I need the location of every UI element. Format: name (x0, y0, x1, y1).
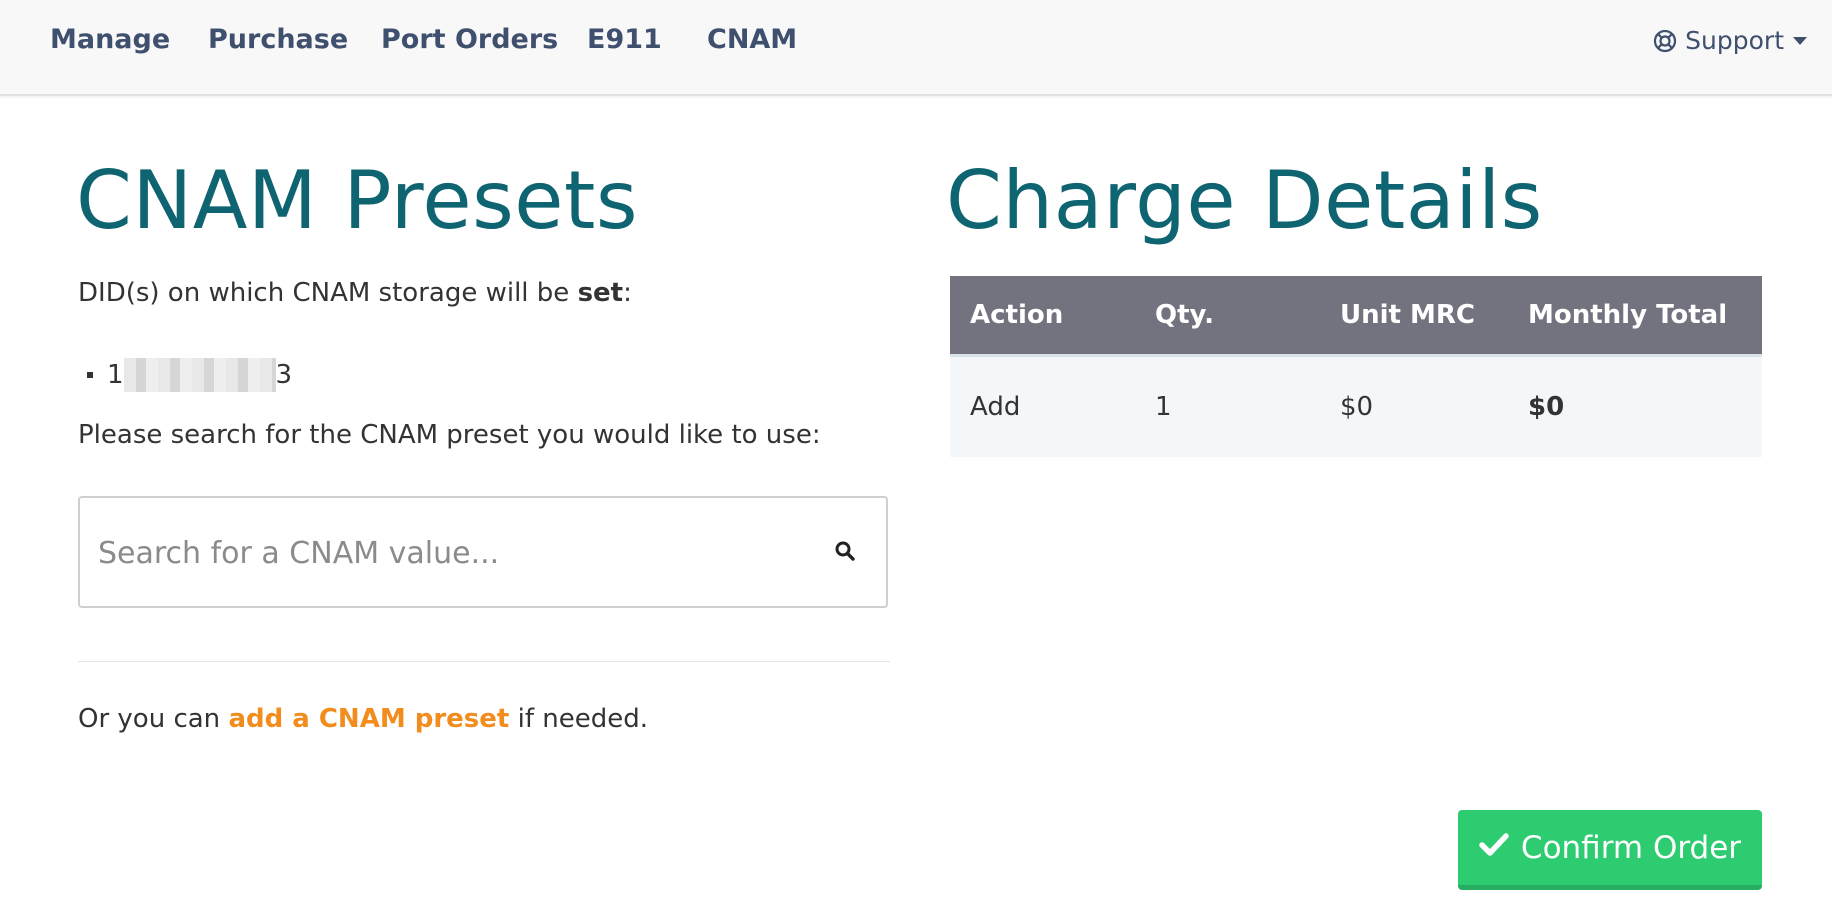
check-icon (1479, 830, 1509, 866)
cell-monthly-total: $0 (1508, 355, 1762, 457)
column-header-unit-mrc: Unit MRC (1320, 276, 1508, 357)
table-header-row: Action Qty. Unit MRC Monthly Total (950, 276, 1762, 357)
support-label: Support (1685, 26, 1784, 55)
cell-unit-mrc: $0 (1320, 355, 1508, 457)
nav-item-port-orders[interactable]: Port Orders (381, 24, 558, 55)
cell-qty: 1 (1135, 355, 1320, 457)
confirm-order-label: Confirm Order (1520, 829, 1742, 866)
nav-item-e911[interactable]: E911 (587, 24, 662, 55)
cell-action: Add (950, 355, 1135, 457)
add-preset-hint: Or you can add a CNAM preset if needed. (78, 704, 648, 734)
nav-item-purchase[interactable]: Purchase (208, 24, 348, 55)
cnam-presets-title: CNAM Presets (76, 154, 639, 247)
did-intro-suffix: : (623, 278, 632, 308)
nav-item-manage[interactable]: Manage (50, 24, 170, 55)
column-header-qty: Qty. (1135, 276, 1320, 357)
nav-item-cnam[interactable]: CNAM (707, 24, 797, 55)
table-row: Add 1 $0 $0 (950, 355, 1762, 457)
did-intro-bold: set (577, 278, 624, 308)
top-navigation: Manage Purchase Port Orders E911 CNAM Su… (0, 0, 1832, 96)
lifebuoy-icon (1653, 29, 1677, 53)
cnam-search-input[interactable] (96, 498, 800, 608)
caret-down-icon (1792, 36, 1808, 46)
did-list-item: 13 (78, 358, 292, 392)
did-intro-text: DID(s) on which CNAM storage will be set… (78, 278, 632, 308)
support-menu[interactable]: Support (1653, 26, 1808, 55)
bullet-marker (87, 372, 93, 378)
add-cnam-preset-link[interactable]: add a CNAM preset (228, 704, 509, 734)
did-number-first-digit: 1 (107, 360, 124, 390)
did-intro-prefix: DID(s) on which CNAM storage will be (78, 278, 578, 308)
divider (78, 661, 890, 662)
column-header-monthly-total: Monthly Total (1508, 276, 1762, 357)
confirm-order-button[interactable]: Confirm Order (1458, 810, 1762, 890)
hint-prefix: Or you can (78, 704, 229, 734)
cnam-search-box (78, 496, 888, 608)
hint-suffix: if needed. (509, 704, 649, 734)
search-prompt: Please search for the CNAM preset you wo… (78, 420, 821, 450)
redacted-block (123, 358, 276, 392)
charge-details-table: Action Qty. Unit MRC Monthly Total Add 1… (950, 276, 1762, 457)
column-header-action: Action (950, 276, 1135, 357)
did-number-last-digit: 3 (275, 360, 293, 390)
did-number: 13 (107, 358, 292, 392)
search-icon[interactable] (834, 540, 856, 566)
charge-details-title: Charge Details (946, 154, 1543, 247)
